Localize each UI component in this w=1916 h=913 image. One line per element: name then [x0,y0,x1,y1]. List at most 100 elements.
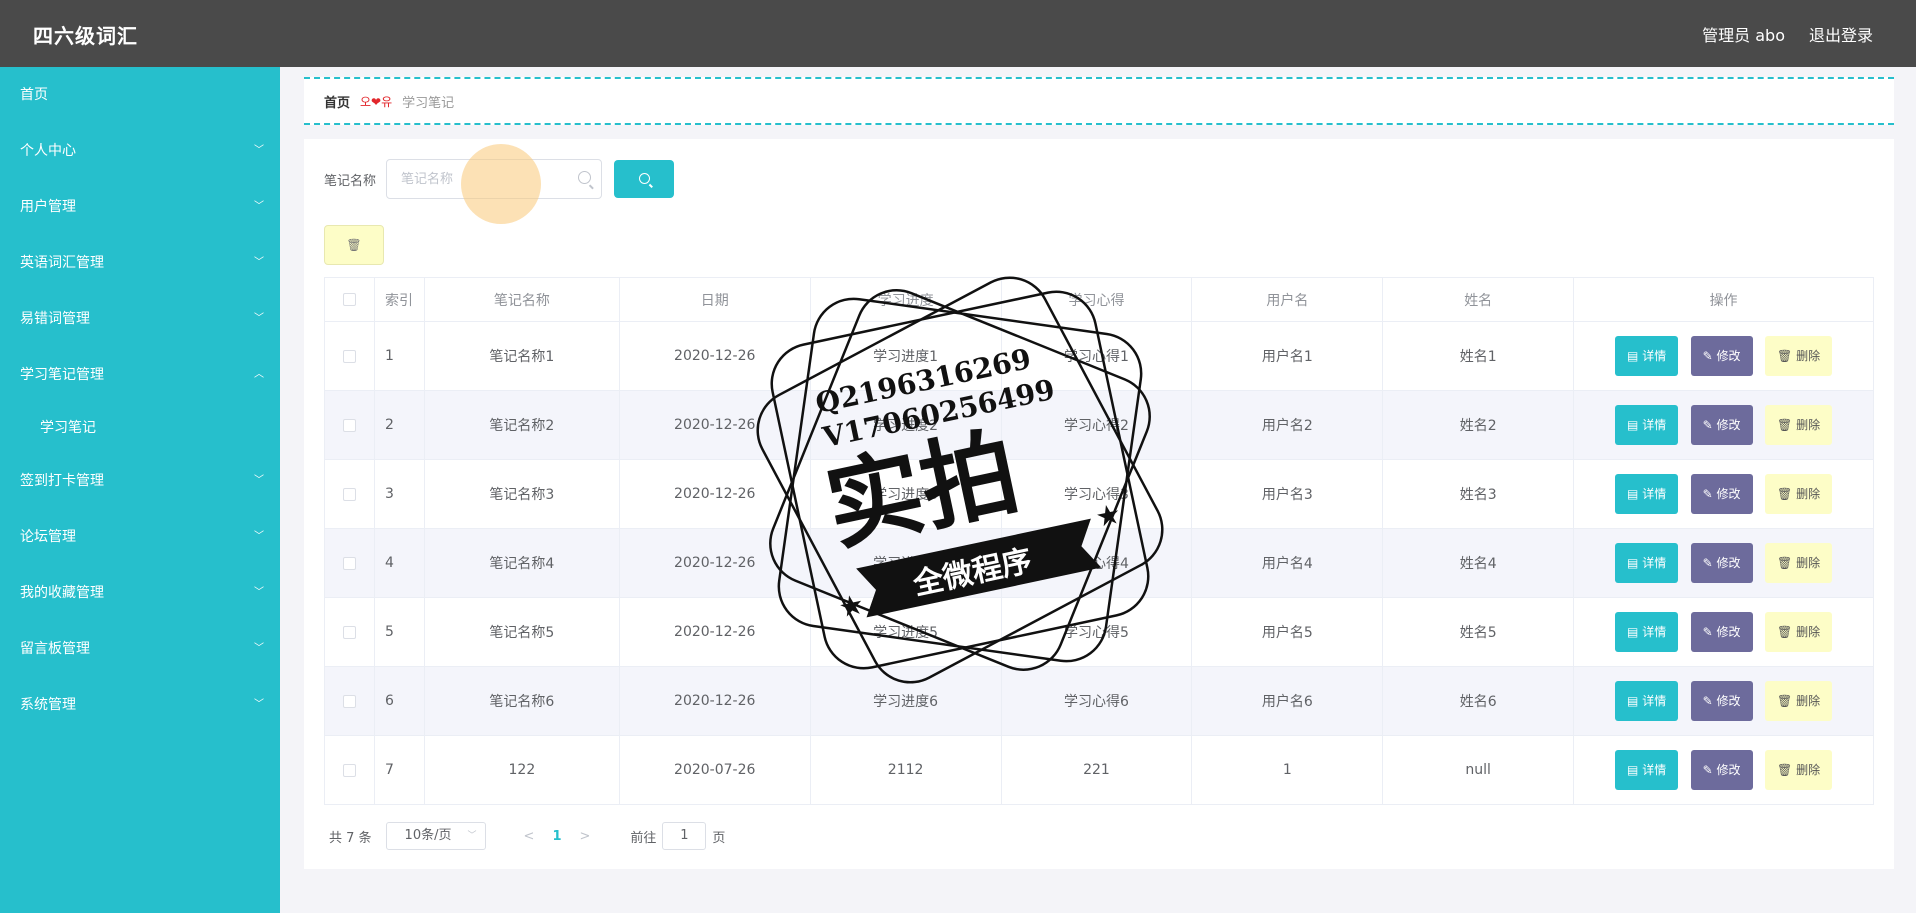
cell-index: 5 [373,597,425,667]
cell-experience: 221 [1000,735,1193,805]
edit-button[interactable]: ✎ 修改 [1690,543,1753,583]
sidebar-item-home[interactable]: 首页 [0,67,280,123]
search-icon [639,173,651,184]
delete-button[interactable]: 🗑 删除 [1765,681,1833,721]
page-size-select[interactable]: 10条/页 ﹀ [385,822,486,850]
sidebar: 首页 个人中心 ﹀ 用户管理 ﹀ 英语词汇管理 ﹀ 易错词管理 ﹀ 学习笔记管理 ︿ 学习… [0,67,280,913]
table-row: 2 笔记名称2 2020-12-26 学习进度2 学习心得2 用户名2 姓名2 … [324,390,1874,460]
prev-page-icon[interactable]: < [524,829,535,844]
breadcrumb-home[interactable]: 首页 [324,92,350,111]
breadcrumb-separator: 오❤유 [360,94,393,109]
select-all-checkbox[interactable] [342,293,356,306]
cell-username: 用户名5 [1191,597,1384,667]
row-checkbox[interactable] [342,349,356,363]
content-panel: 笔记名称 🗑 索引 笔记名称 日期 学习进度 学习心得 [304,139,1894,869]
chevron-up-icon: ︿ [254,369,264,380]
cell-username: 1 [1191,735,1384,805]
delete-button[interactable]: 🗑 删除 [1765,750,1833,790]
trash-icon: 🗑 [346,238,362,252]
chevron-down-icon: ﹀ [254,257,264,268]
delete-button[interactable]: 🗑 删除 [1765,543,1833,583]
edit-button[interactable]: ✎ 修改 [1690,405,1753,445]
delete-button[interactable]: 🗑 删除 [1765,474,1833,514]
cell-progress: 学习进度6 [809,666,1002,736]
sidebar-item-favorites-management[interactable]: 我的收藏管理 ﹀ [0,565,280,621]
row-checkbox[interactable] [342,487,356,501]
logout-link[interactable]: 退出登录 [1809,22,1873,46]
notes-table: 索引 笔记名称 日期 学习进度 学习心得 用户名 姓名 操作 1 笔记名称1 2… [324,277,1874,805]
cell-actions: ▤ 详情 ✎ 修改 🗑 删除 [1573,528,1874,598]
chevron-down-icon: ﹀ [254,145,264,156]
cell-experience: 学习心得5 [1000,597,1193,667]
table-row: 6 笔记名称6 2020-12-26 学习进度6 学习心得6 用户名6 姓名6 … [324,666,1874,736]
cell-date: 2020-12-26 [618,528,811,598]
detail-button[interactable]: ▤ 详情 [1615,474,1679,514]
delete-button[interactable]: 🗑 删除 [1765,612,1833,652]
cell-progress: 学习进度1 [809,321,1002,391]
app-title: 四六级词汇 [33,24,138,48]
table-row: 5 笔记名称5 2020-12-26 学习进度5 学习心得5 用户名5 姓名5 … [324,597,1874,667]
cell-actions: ▤ 详情 ✎ 修改 🗑 删除 [1573,597,1874,667]
sidebar-item-checkin-management[interactable]: 签到打卡管理 ﹀ [0,453,280,509]
cell-progress: 学习进度5 [809,597,1002,667]
search-icon [578,171,592,184]
row-checkbox[interactable] [342,418,356,432]
goto-suffix: 页 [712,830,726,846]
cell-actions: ▤ 详情 ✎ 修改 🗑 删除 [1573,321,1874,391]
current-page[interactable]: 1 [552,829,561,844]
sidebar-item-forum-management[interactable]: 论坛管理 ﹀ [0,509,280,565]
row-checkbox[interactable] [342,625,356,639]
header-index: 索引 [373,277,425,322]
breadcrumb-current: 学习笔记 [402,95,455,111]
search-input[interactable] [387,160,568,198]
sidebar-item-notes[interactable]: 学习笔记 [0,403,280,453]
cell-index: 3 [373,459,425,529]
select-all-cell [324,277,375,322]
goto-page-input[interactable]: 1 [662,822,707,850]
edit-button[interactable]: ✎ 修改 [1690,681,1753,721]
sidebar-item-messageboard-management[interactable]: 留言板管理 ﹀ [0,621,280,677]
cell-name: 姓名1 [1382,321,1575,391]
sidebar-item-user-management[interactable]: 用户管理 ﹀ [0,179,280,235]
row-checkbox[interactable] [342,694,356,708]
chevron-down-icon: ﹀ [254,313,264,324]
edit-button[interactable]: ✎ 修改 [1690,336,1753,376]
sidebar-item-error-words-management[interactable]: 易错词管理 ﹀ [0,291,280,347]
search-row: 笔记名称 [324,144,675,224]
sidebar-item-system-management[interactable]: 系统管理 ﹀ [0,677,280,733]
search-button[interactable] [614,160,675,198]
edit-button[interactable]: ✎ 修改 [1690,474,1753,514]
cell-actions: ▤ 详情 ✎ 修改 🗑 删除 [1573,390,1874,460]
admin-user-label[interactable]: 管理员 abo [1702,22,1785,46]
delete-button[interactable]: 🗑 删除 [1765,405,1833,445]
cell-actions: ▤ 详情 ✎ 修改 🗑 删除 [1573,666,1874,736]
detail-button[interactable]: ▤ 详情 [1615,681,1679,721]
table-header-row: 索引 笔记名称 日期 学习进度 学习心得 用户名 姓名 操作 [324,277,1874,322]
edit-button[interactable]: ✎ 修改 [1690,612,1753,652]
next-page-icon[interactable]: > [580,829,591,844]
detail-button[interactable]: ▤ 详情 [1615,405,1679,445]
sidebar-item-vocabulary-management[interactable]: 英语词汇管理 ﹀ [0,235,280,291]
header-experience: 学习心得 [1000,277,1193,322]
detail-button[interactable]: ▤ 详情 [1615,612,1679,652]
sidebar-item-notes-management[interactable]: 学习笔记管理 ︿ [0,347,280,403]
chevron-down-icon: ﹀ [254,587,264,598]
edit-button[interactable]: ✎ 修改 [1690,750,1753,790]
cell-index: 4 [373,528,425,598]
cell-index: 2 [373,390,425,460]
batch-delete-button[interactable]: 🗑 [324,225,384,265]
row-checkbox[interactable] [342,763,356,777]
cell-note-name: 笔记名称2 [423,390,620,460]
detail-button[interactable]: ▤ 详情 [1615,750,1679,790]
detail-button[interactable]: ▤ 详情 [1615,543,1679,583]
cell-username: 用户名4 [1191,528,1384,598]
row-checkbox[interactable] [342,556,356,570]
header-date: 日期 [618,277,811,322]
main-area: 首页 오❤유 学习笔记 笔记名称 🗑 索引 笔记名称 [280,67,1916,913]
chevron-down-icon: ﹀ [254,201,264,212]
delete-button[interactable]: 🗑 删除 [1765,336,1833,376]
pagination: 共 7 条 10条/页 ﹀ < 1 > 前往 1 页 [324,822,725,850]
sidebar-item-personal-center[interactable]: 个人中心 ﹀ [0,123,280,179]
cell-note-name: 笔记名称1 [423,321,620,391]
detail-button[interactable]: ▤ 详情 [1615,336,1679,376]
